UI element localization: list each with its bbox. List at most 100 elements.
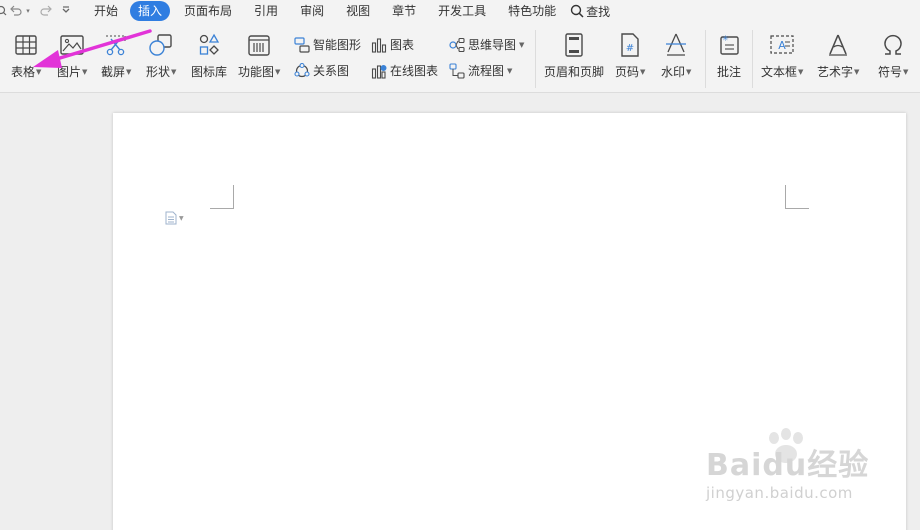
chart-button[interactable]: 图表 [371, 36, 414, 53]
ribbon-separator [535, 30, 536, 88]
watermark-main-text: Baidu经验 [706, 448, 870, 483]
shape-button[interactable]: 形状 ▼ [146, 32, 176, 80]
flowchart-icon [449, 62, 465, 79]
picture-label: 图片 [57, 65, 82, 79]
chart-label: 图表 [390, 38, 415, 52]
search-icon[interactable] [0, 0, 8, 22]
shapes-icon [148, 32, 174, 58]
table-icon [13, 32, 39, 58]
symbol-label: 符号 [878, 65, 903, 79]
svg-text:✳: ✳ [722, 34, 729, 43]
chevron-down-icon: ▼ [854, 67, 860, 76]
screenshot-label: 截屏 [101, 65, 126, 79]
icon-library-label: 图标库 [191, 65, 228, 79]
online-chart-icon [371, 63, 387, 79]
page-number-label: 页码 [615, 65, 640, 79]
undo-dropdown-icon[interactable]: ▾ [24, 0, 32, 22]
chevron-down-icon: ▼ [798, 67, 804, 76]
chevron-down-icon: ▼ [171, 67, 177, 76]
online-chart-button[interactable]: 在线图表 [371, 62, 438, 79]
tab-review[interactable]: 审阅 [292, 1, 332, 21]
relationship-chart-label: 关系图 [313, 64, 350, 78]
paragraph-options-button[interactable]: ▼ [165, 211, 184, 225]
text-box-label: 文本框 [761, 65, 798, 79]
tab-developer-tools[interactable]: 开发工具 [430, 1, 494, 21]
tab-special-features[interactable]: 特色功能 [500, 1, 564, 21]
header-footer-icon [561, 32, 587, 58]
find-label: 查找 [586, 4, 611, 19]
menu-tabs: 开始 插入 页面布局 引用 审阅 视图 章节 开发工具 特色功能 查找 [86, 0, 616, 22]
redo-icon[interactable] [38, 0, 54, 22]
relationship-chart-icon [294, 62, 310, 79]
smart-graphic-button[interactable]: 智能图形 [294, 36, 361, 53]
online-chart-label: 在线图表 [390, 64, 439, 78]
shape-label: 形状 [146, 65, 171, 79]
picture-button[interactable]: 图片 ▼ [57, 32, 87, 80]
page-number-button[interactable]: # 页码 ▼ [615, 32, 645, 80]
function-chart-button[interactable]: 功能图 ▼ [238, 32, 280, 80]
omega-icon [880, 32, 906, 58]
mind-map-label: 思维导图 [468, 38, 517, 52]
smart-graphic-label: 智能图形 [313, 38, 362, 52]
chevron-down-icon: ▼ [36, 67, 42, 76]
chevron-down-icon: ▼ [82, 67, 88, 76]
watermark-icon [663, 32, 689, 58]
tab-chapter[interactable]: 章节 [384, 1, 424, 21]
watermark-button[interactable]: 水印 ▼ [661, 32, 691, 80]
comment-label: 批注 [716, 65, 741, 79]
comment-icon: ✳ [716, 32, 742, 58]
tab-page-layout[interactable]: 页面布局 [176, 1, 240, 21]
find-button[interactable]: 查找 [564, 3, 616, 20]
watermark-url-text: jingyan.baidu.com [706, 484, 853, 502]
chevron-down-icon: ▼ [519, 40, 525, 49]
menu-bar: ▾ 开始 插入 页面布局 引用 审阅 视图 章节 开发工具 特色功能 查找 [0, 0, 920, 22]
symbol-button[interactable]: 符号 ▼ [878, 32, 908, 80]
mind-map-button[interactable]: 思维导图 ▼ [449, 36, 524, 53]
scissors-icon [103, 32, 129, 58]
ribbon-separator [705, 30, 706, 88]
watermark-label: 水印 [661, 65, 686, 79]
margin-corner-top-right [785, 185, 809, 209]
more-icon[interactable] [58, 0, 74, 22]
page-number-icon: # [617, 32, 643, 58]
chevron-down-icon: ▼ [507, 66, 513, 75]
tab-start[interactable]: 开始 [86, 1, 126, 21]
insert-ribbon: 表格 ▼ 图片 ▼ 截屏 ▼ 形状 ▼ 图标库 功能图 ▼ 智能图形 关系图 图… [0, 22, 920, 93]
chevron-down-icon: ▼ [275, 67, 281, 76]
svg-text:#: # [626, 43, 634, 54]
undo-icon[interactable] [8, 0, 24, 22]
table-label: 表格 [11, 65, 36, 79]
chevron-down-icon: ▼ [640, 67, 646, 76]
table-button[interactable]: 表格 ▼ [11, 32, 41, 80]
header-footer-button[interactable]: 页眉和页脚 [544, 32, 604, 80]
mind-map-icon [449, 37, 465, 53]
ribbon-separator [752, 30, 753, 88]
quick-access-toolbar: ▾ [0, 0, 74, 22]
icon-library-button[interactable]: 图标库 [191, 32, 227, 80]
header-footer-label: 页眉和页脚 [544, 65, 605, 79]
text-box-button[interactable]: A 文本框 ▼ [761, 32, 803, 80]
word-art-button[interactable]: 艺术字 ▼ [817, 32, 859, 80]
word-art-icon [825, 32, 851, 58]
flowchart-button[interactable]: 流程图 ▼ [449, 62, 512, 79]
chevron-down-icon: ▼ [686, 67, 692, 76]
tab-references[interactable]: 引用 [246, 1, 286, 21]
function-chart-icon [246, 32, 272, 58]
text-box-icon: A [769, 32, 795, 58]
tab-view[interactable]: 视图 [338, 1, 378, 21]
screenshot-button[interactable]: 截屏 ▼ [101, 32, 131, 80]
margin-corner-top-left [210, 185, 234, 209]
chevron-down-icon: ▼ [903, 67, 909, 76]
tab-insert[interactable]: 插入 [130, 1, 171, 21]
chevron-down-icon: ▼ [126, 67, 132, 76]
smart-graphic-icon [294, 36, 310, 53]
flowchart-label: 流程图 [468, 64, 505, 78]
comment-button[interactable]: ✳ 批注 [716, 32, 742, 80]
word-art-label: 艺术字 [817, 65, 854, 79]
chevron-down-icon: ▼ [179, 214, 184, 222]
document-icon [165, 211, 177, 225]
function-chart-label: 功能图 [238, 65, 275, 79]
relationship-chart-button[interactable]: 关系图 [294, 62, 349, 79]
magnifier-icon [570, 4, 584, 18]
bar-chart-icon [371, 37, 387, 53]
